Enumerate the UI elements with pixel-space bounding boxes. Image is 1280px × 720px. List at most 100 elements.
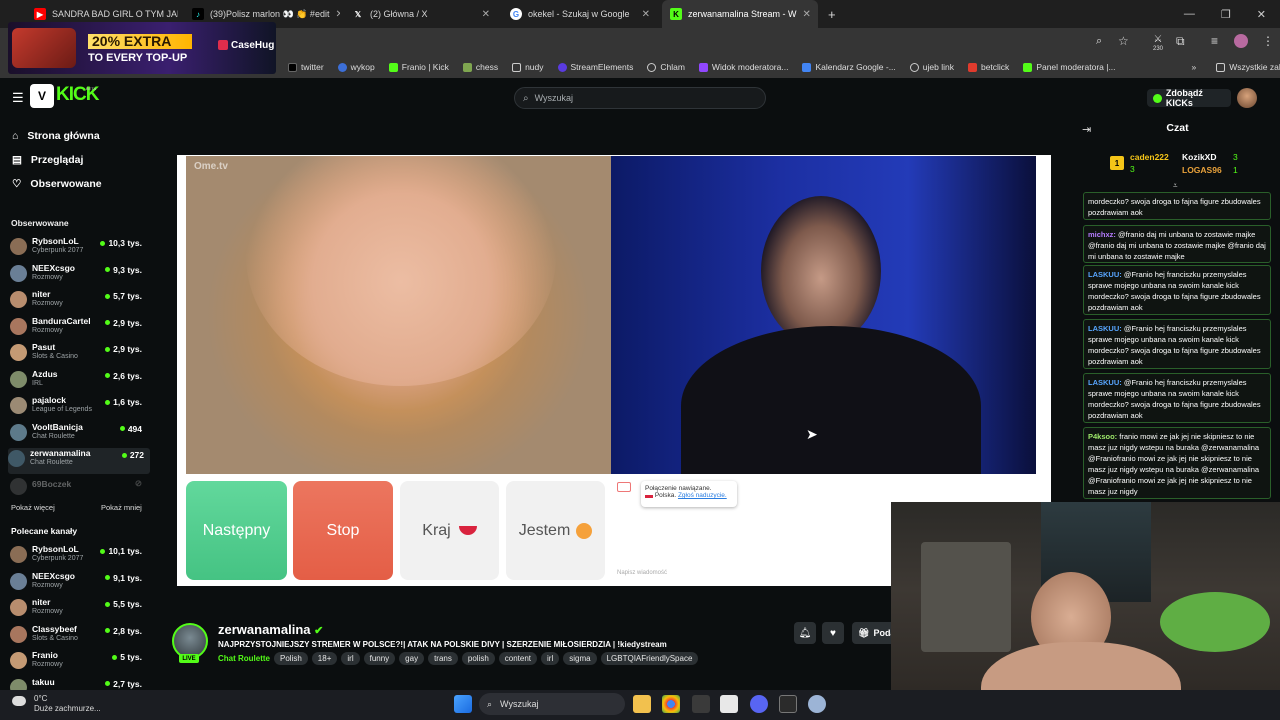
bookmark[interactable]: nudy bbox=[512, 62, 544, 72]
nav-following[interactable]: ♡ Obserwowane bbox=[0, 172, 153, 196]
sidebar-channel[interactable]: Pasut Slots & Casino 2,9 tys. bbox=[10, 342, 148, 368]
puzzle-icon[interactable]: ⧉ bbox=[1176, 34, 1185, 49]
show-less-link[interactable]: Pokaż mniej bbox=[101, 503, 142, 512]
sidebar-channel[interactable]: niter Rozmowy 5,7 tys. bbox=[10, 289, 148, 315]
chrome-icon[interactable] bbox=[662, 695, 680, 713]
minimize-icon[interactable]: — bbox=[1184, 8, 1195, 20]
report-link[interactable]: Zgłoś naduzycie. bbox=[678, 492, 727, 499]
message-input[interactable]: Napisz wiadomość bbox=[617, 570, 667, 576]
zoom-icon[interactable]: ⌕ bbox=[1096, 35, 1102, 48]
app-icon[interactable] bbox=[692, 695, 710, 713]
stream-tag[interactable]: gay bbox=[399, 652, 425, 665]
chat-message[interactable]: LASKUU: @Franio hej franciszku przemysla… bbox=[1083, 265, 1271, 315]
stream-tag[interactable]: irl bbox=[341, 652, 360, 665]
sidebar-channel[interactable]: Classybeef Slots & Casino 2,8 tys. bbox=[10, 624, 148, 650]
chat-username[interactable]: LASKUU: bbox=[1088, 270, 1122, 279]
next-button[interactable]: Następny bbox=[186, 481, 287, 580]
bookmark[interactable]: chess bbox=[462, 62, 498, 72]
close-icon[interactable]: ✕ bbox=[335, 9, 340, 20]
bookmark[interactable]: betclick bbox=[967, 62, 1009, 72]
browser-tab[interactable]: G okekel - Szukaj w Google ✕ bbox=[502, 0, 658, 28]
stream-tag[interactable]: 18+ bbox=[311, 652, 338, 665]
country-button[interactable]: Kraj bbox=[400, 481, 499, 580]
sidebar-channel[interactable]: Azdus IRL 2,6 tys. bbox=[10, 369, 148, 395]
channel-name[interactable]: zerwanamalina ✔ bbox=[218, 622, 323, 637]
maximize-icon[interactable]: ❐ bbox=[1221, 8, 1231, 21]
sidebar-channel[interactable]: NEEXcsgo Rozmowy 9,3 tys. bbox=[10, 263, 148, 289]
hamburger-icon[interactable]: ☰ bbox=[12, 90, 24, 106]
new-tab-button[interactable]: + bbox=[820, 0, 840, 28]
follow-heart-icon[interactable]: ♥ bbox=[822, 622, 844, 644]
sidebar-channel[interactable]: niter Rozmowy 5,5 tys. bbox=[10, 597, 148, 623]
settings-icon[interactable] bbox=[808, 695, 826, 713]
bookmark[interactable]: Chlam bbox=[647, 62, 685, 72]
bookmark[interactable]: wykop bbox=[337, 62, 375, 72]
bookmark[interactable]: Kalendarz Google -... bbox=[802, 62, 896, 72]
all-bookmarks[interactable]: Wszystkie zakładki bbox=[1216, 62, 1280, 72]
taskbar-search[interactable]: ⌕ Wyszukaj bbox=[479, 693, 625, 715]
chat-message[interactable]: michxz: @franio daj mi unbana to zostawi… bbox=[1083, 225, 1271, 263]
terminal-icon[interactable] bbox=[779, 695, 797, 713]
user-avatar[interactable] bbox=[1237, 88, 1257, 108]
media-icon[interactable]: ≡ bbox=[1211, 34, 1218, 48]
sidebar-channel[interactable]: VooltBanicja Chat Roulette 494 bbox=[10, 422, 148, 448]
extension-icon[interactable]: ⚔ 230 bbox=[1150, 34, 1166, 52]
nav-home[interactable]: ⌂ Strona główna bbox=[0, 124, 153, 148]
stream-tag[interactable]: trans bbox=[428, 652, 458, 665]
sidebar-channel[interactable]: NEEXcsgo Rozmowy 9,1 tys. bbox=[10, 571, 148, 597]
chat-message[interactable]: mordeczko? swoja droga to fajna figure z… bbox=[1083, 192, 1271, 220]
chat-message[interactable]: LASKUU: @Franio hej franciszku przemysla… bbox=[1083, 319, 1271, 369]
stop-button[interactable]: Stop bbox=[293, 481, 393, 580]
bookmarks-more[interactable]: » bbox=[1192, 62, 1197, 72]
search-input[interactable]: ⌕ Wyszukaj bbox=[514, 87, 766, 109]
close-icon[interactable]: ✕ bbox=[642, 9, 650, 20]
kick-logo[interactable]: V KICK BETA bbox=[28, 83, 99, 109]
notification-bell-icon[interactable]: 🔔︎ bbox=[794, 622, 816, 644]
browser-tab-active[interactable]: K zerwanamalina Stream - W ✕ bbox=[662, 0, 818, 28]
menu-icon[interactable]: ⋮ bbox=[1262, 34, 1274, 48]
get-kicks-button[interactable]: Zdobądź KICKs bbox=[1147, 88, 1231, 108]
chat-username[interactable]: P4ksoo: bbox=[1088, 432, 1117, 441]
bookmark[interactable]: ujeb link bbox=[909, 62, 954, 72]
chat-message[interactable]: P4ksoo: franio mowi ze jak jej nie skipn… bbox=[1083, 427, 1271, 499]
browser-tab[interactable]: 𝕏 (2) Główna / X ✕ bbox=[344, 0, 498, 28]
sidebar-channel[interactable]: pajalock League of Legends 1,6 tys. bbox=[10, 395, 148, 421]
file-explorer-icon[interactable] bbox=[633, 695, 651, 713]
bookmark[interactable]: StreamElements bbox=[557, 62, 633, 72]
stream-tag[interactable]: funny bbox=[363, 652, 396, 665]
chat-username[interactable]: LASKUU: bbox=[1088, 378, 1122, 387]
stream-tag[interactable]: LGBTQIAFriendlySpace bbox=[600, 652, 699, 665]
bookmark[interactable]: Panel moderatora |... bbox=[1023, 62, 1116, 72]
sidebar-channel[interactable]: BanduraCartel Rozmowy 2,9 tys. bbox=[10, 316, 148, 342]
star-icon[interactable]: ☆ bbox=[1118, 34, 1129, 48]
nav-browse[interactable]: ▤ Przeglądaj bbox=[0, 148, 153, 172]
discord-icon[interactable] bbox=[750, 695, 768, 713]
gender-button[interactable]: Jestem bbox=[506, 481, 605, 580]
offline-channel[interactable]: 69Boczek ⊘ bbox=[10, 476, 148, 502]
sidebar-channel[interactable]: zerwanamalina Chat Roulette 272 bbox=[8, 448, 150, 474]
bookmark[interactable]: twitter bbox=[288, 62, 324, 72]
category-link[interactable]: Chat Roulette bbox=[218, 654, 270, 663]
bookmark[interactable]: Widok moderatora... bbox=[698, 62, 788, 72]
stream-tag[interactable]: content bbox=[498, 652, 538, 665]
sidebar-channel[interactable]: RybsonLoL Cyberpunk 2077 10,1 tys. bbox=[10, 544, 148, 570]
close-window-icon[interactable]: ✕ bbox=[1257, 8, 1266, 21]
stream-tag[interactable]: irl bbox=[541, 652, 560, 665]
chat-username[interactable]: michxz: bbox=[1088, 230, 1116, 239]
chat-message[interactable]: LASKUU: @Franio hej franciszku przemysla… bbox=[1083, 373, 1271, 423]
profile-avatar[interactable] bbox=[1234, 34, 1248, 48]
show-more-link[interactable]: Pokaż więcej bbox=[11, 503, 55, 512]
windows-start-icon[interactable] bbox=[454, 695, 472, 713]
app-icon[interactable] bbox=[720, 695, 738, 713]
close-icon[interactable]: ✕ bbox=[803, 9, 811, 20]
sidebar-channel[interactable]: Franio Rozmowy 5 tys. bbox=[10, 650, 148, 676]
sidebar-channel[interactable]: RybsonLoL Cyberpunk 2077 10,3 tys. bbox=[10, 236, 148, 262]
stream-tag[interactable]: sigma bbox=[563, 652, 597, 665]
bookmark[interactable]: Franio | Kick bbox=[388, 62, 449, 72]
close-icon[interactable]: ✕ bbox=[482, 9, 490, 20]
stream-tag[interactable]: Polish bbox=[274, 652, 308, 665]
subscribe-button[interactable]: 🎁︎ Poda bbox=[852, 622, 895, 644]
expand-leaderboard-icon[interactable]: ⩡ bbox=[1173, 181, 1178, 191]
chat-username[interactable]: LASKUU: bbox=[1088, 324, 1122, 333]
stream-tag[interactable]: polish bbox=[461, 652, 495, 665]
